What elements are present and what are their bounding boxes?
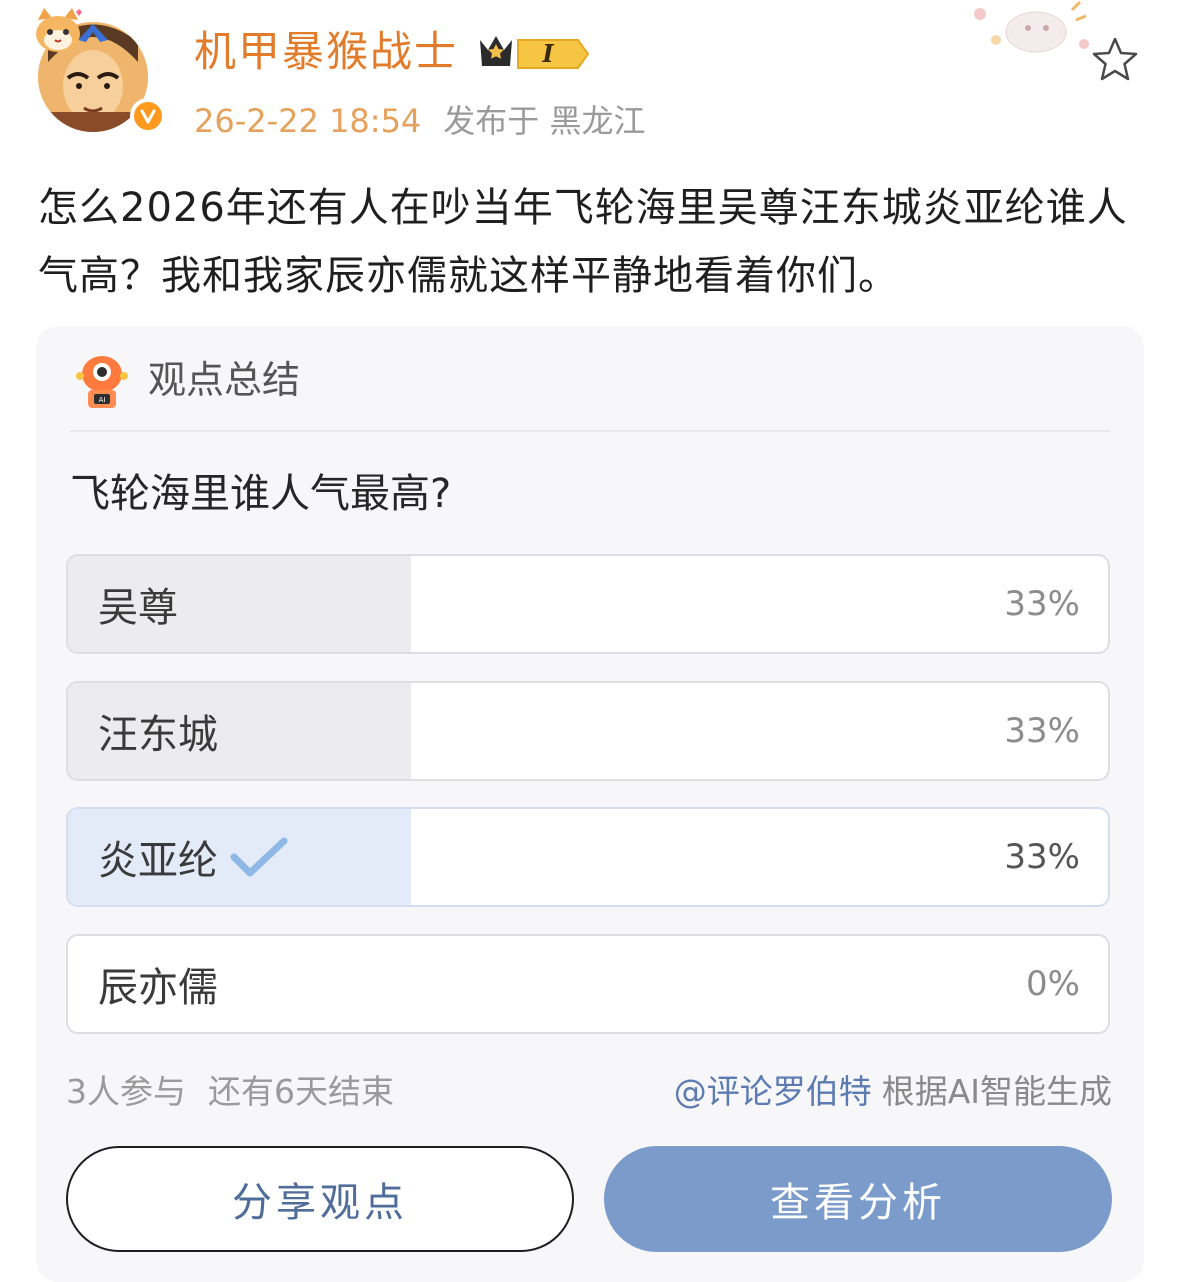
time-remaining: 还有6天结束 bbox=[208, 1072, 394, 1111]
poll-option[interactable]: 汪东城 33% bbox=[66, 681, 1110, 781]
poll-option-selected[interactable]: 炎亚纶 33% bbox=[66, 807, 1110, 907]
participant-count: 3人参与 bbox=[66, 1072, 186, 1111]
svg-text:AI: AI bbox=[99, 396, 106, 404]
poll-option-label: 炎亚纶 bbox=[98, 838, 218, 884]
poll-option[interactable]: 吴尊 33% bbox=[66, 554, 1110, 654]
poll-option-label: 汪东城 bbox=[98, 712, 218, 758]
poll-option-percent: 33% bbox=[1004, 584, 1080, 624]
poll-option-label: 吴尊 bbox=[98, 585, 178, 631]
share-opinion-button[interactable]: 分享观点 bbox=[66, 1146, 574, 1252]
vip-level: I bbox=[541, 39, 554, 68]
ai-bot-mention[interactable]: @评论罗伯特 bbox=[674, 1072, 872, 1111]
star-outline-icon[interactable] bbox=[1090, 34, 1140, 84]
poll-card-title: 观点总结 bbox=[148, 358, 301, 402]
verified-v-icon bbox=[140, 109, 156, 124]
verified-badge bbox=[130, 98, 166, 134]
post-meta: 26-2-22 18:54 发布于 黑龙江 bbox=[194, 98, 645, 144]
post-text: 怎么2026年还有人在吵当年飞轮海里吴尊汪东城炎亚纶谁人气高？我和我家辰亦儒就这… bbox=[38, 185, 1128, 299]
poll-option-percent: 0% bbox=[1026, 964, 1080, 1004]
poll-option-label: 辰亦儒 bbox=[98, 965, 218, 1011]
post-timestamp: 26-2-22 18:54 bbox=[194, 102, 422, 140]
post-location: 发布于 黑龙江 bbox=[443, 102, 646, 140]
vip-crown-badge[interactable]: I bbox=[474, 30, 592, 78]
weibo-post: 机甲暴猴战士 I 26-2-22 18:54 发布于 黑龙江 怎么2026年还有人… bbox=[0, 0, 1179, 1282]
username[interactable]: 机甲暴猴战士 bbox=[194, 24, 458, 80]
avatar-area[interactable] bbox=[30, 6, 166, 136]
ai-note: 根据AI智能生成 bbox=[881, 1072, 1112, 1111]
ai-attribution: @评论罗伯特 根据AI智能生成 bbox=[674, 1068, 1112, 1116]
poll-card: AI 观点总结 飞轮海里谁人气最高? 吴尊 33% 汪东城 33% 炎亚纶 33… bbox=[36, 326, 1144, 1282]
check-icon bbox=[230, 837, 288, 877]
poll-option-percent: 33% bbox=[1004, 837, 1080, 877]
poll-question: 飞轮海里谁人气最高? bbox=[70, 471, 452, 517]
poll-option[interactable]: 辰亦儒 0% bbox=[66, 934, 1110, 1034]
decoration-sticker-icon bbox=[974, 0, 1089, 53]
poll-option-percent: 33% bbox=[1004, 711, 1080, 751]
divider bbox=[70, 430, 1110, 432]
view-analysis-button[interactable]: 查看分析 bbox=[604, 1146, 1112, 1252]
cat-sticker-icon bbox=[36, 8, 82, 52]
poll-stats: 3人参与 还有6天结束 bbox=[66, 1068, 394, 1116]
robot-icon: AI bbox=[76, 356, 128, 408]
